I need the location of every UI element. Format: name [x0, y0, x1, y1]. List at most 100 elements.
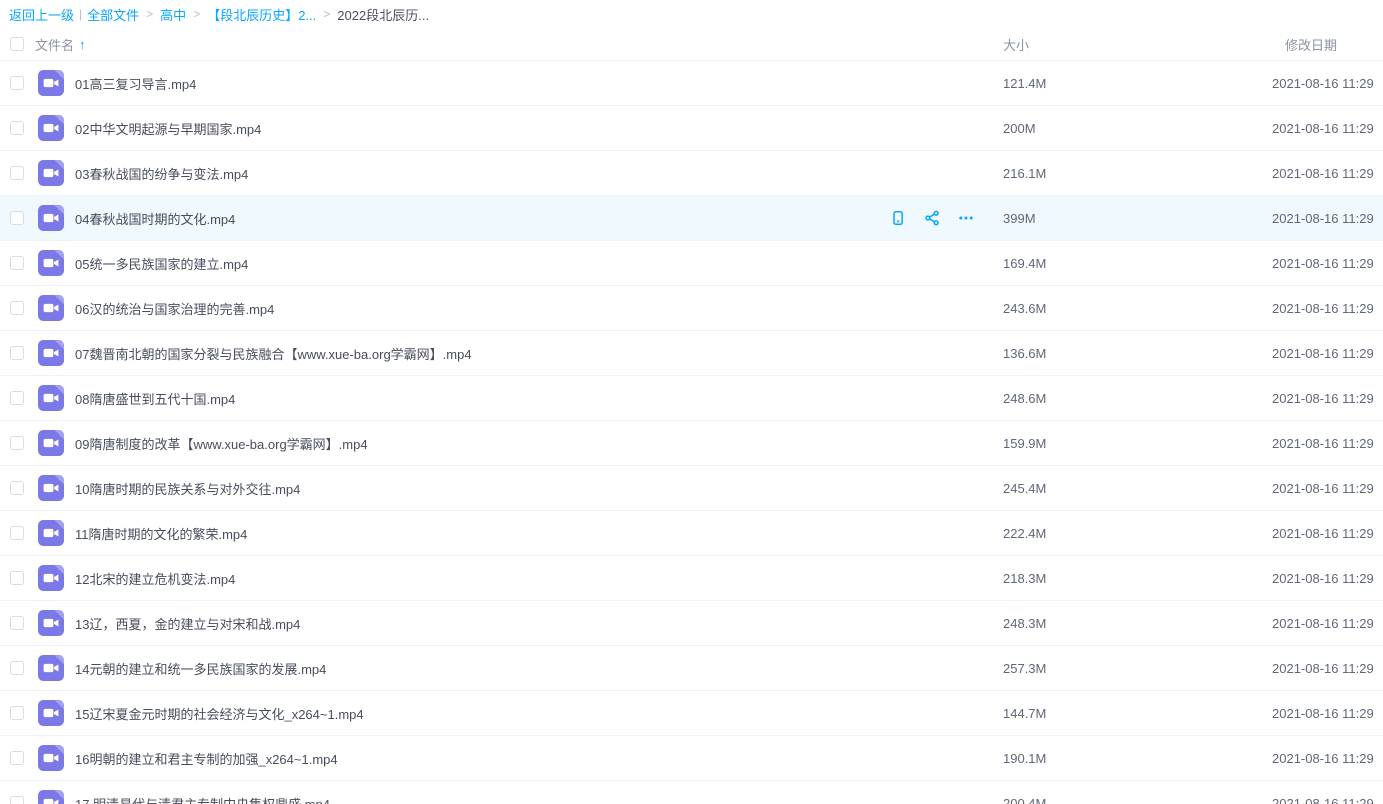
file-name-link[interactable]: 04春秋战国时期的文化.mp4: [75, 209, 889, 228]
file-size: 399M: [1003, 211, 1272, 226]
row-checkbox[interactable]: [10, 526, 24, 540]
file-size: 144.7M: [1003, 706, 1272, 721]
row-checkbox[interactable]: [10, 571, 24, 585]
file-row[interactable]: 06汉的统治与国家治理的完善.mp4: [0, 286, 1383, 331]
video-file-icon: [38, 655, 64, 681]
file-name-link[interactable]: 05统一多民族国家的建立.mp4: [75, 254, 1003, 273]
file-row[interactable]: 05统一多民族国家的建立.mp4: [0, 241, 1383, 286]
video-file-icon: [38, 520, 64, 546]
file-name-link[interactable]: 14元朝的建立和统一多民族国家的发展.mp4: [75, 659, 1003, 678]
row-checkbox[interactable]: [10, 256, 24, 270]
row-checkbox[interactable]: [10, 301, 24, 315]
file-row[interactable]: 12北宋的建立危机变法.mp4: [0, 556, 1383, 601]
file-name-link[interactable]: 13辽，西夏，金的建立与对宋和战.mp4: [75, 614, 1003, 633]
sort-ascending-icon[interactable]: ↑: [79, 37, 86, 52]
file-row[interactable]: 13辽，西夏，金的建立与对宋和战.mp4: [0, 601, 1383, 646]
filename-header-label: 文件名: [35, 35, 74, 54]
file-name-link[interactable]: 16明朝的建立和君主专制的加强_x264~1.mp4: [75, 749, 1003, 768]
file-row[interactable]: 03春秋战国的纷争与变法.mp4: [0, 151, 1383, 196]
file-modified-date: 2021-08-16 11:29: [1272, 436, 1383, 451]
row-checkbox[interactable]: [10, 481, 24, 495]
file-modified-date: 2021-08-16 11:29: [1272, 166, 1383, 181]
video-file-icon: [38, 745, 64, 771]
file-row[interactable]: 15辽宋夏金元时期的社会经济与文化_x264~1.mp4: [0, 691, 1383, 736]
video-file-icon: [38, 340, 64, 366]
breadcrumb-link-all-files[interactable]: 全部文件: [87, 5, 139, 24]
file-list: 01高三复习导言.mp4: [0, 61, 1383, 804]
file-name-link[interactable]: 10隋唐时期的民族关系与对外交往.mp4: [75, 479, 1003, 498]
file-name-link[interactable]: 02中华文明起源与早期国家.mp4: [75, 119, 1003, 138]
file-row[interactable]: 16明朝的建立和君主专制的加强_x264~1.mp4: [0, 736, 1383, 781]
file-size: 222.4M: [1003, 526, 1272, 541]
table-header: 文件名 ↑ 大小 修改日期: [0, 28, 1383, 61]
file-modified-date: 2021-08-16 11:29: [1272, 796, 1383, 804]
file-name-link[interactable]: 06汉的统治与国家治理的完善.mp4: [75, 299, 1003, 318]
file-modified-date: 2021-08-16 11:29: [1272, 616, 1383, 631]
more-actions-icon[interactable]: [957, 209, 975, 227]
file-modified-date: 2021-08-16 11:29: [1272, 706, 1383, 721]
file-row[interactable]: 07魏晋南北朝的国家分裂与民族融合【www.xue-ba.org学霸网】.mp4: [0, 331, 1383, 376]
breadcrumb: 返回上一级 | 全部文件 > 高中 > 【段北辰历史】2... > 2022段北…: [0, 0, 1383, 28]
row-checkbox[interactable]: [10, 76, 24, 90]
breadcrumb-current-folder: 2022段北辰历...: [337, 5, 429, 24]
breadcrumb-separator: >: [323, 7, 330, 21]
row-checkbox[interactable]: [10, 436, 24, 450]
row-checkbox[interactable]: [10, 166, 24, 180]
column-header-filename[interactable]: 文件名 ↑: [35, 35, 1003, 54]
breadcrumb-separator: >: [146, 7, 153, 21]
row-checkbox[interactable]: [10, 661, 24, 675]
file-size: 245.4M: [1003, 481, 1272, 496]
file-row[interactable]: 17.明清易代与清君主专制中央集权鼎盛.mp4: [0, 781, 1383, 804]
file-name-link[interactable]: 09隋唐制度的改革【www.xue-ba.org学霸网】.mp4: [75, 434, 1003, 453]
breadcrumb-back-link[interactable]: 返回上一级: [9, 5, 74, 24]
file-size: 218.3M: [1003, 571, 1272, 586]
file-row[interactable]: 11隋唐时期的文化的繁荣.mp4: [0, 511, 1383, 556]
file-modified-date: 2021-08-16 11:29: [1272, 211, 1383, 226]
row-checkbox[interactable]: [10, 211, 24, 225]
file-row[interactable]: 09隋唐制度的改革【www.xue-ba.org学霸网】.mp4: [0, 421, 1383, 466]
file-name-link[interactable]: 08隋唐盛世到五代十国.mp4: [75, 389, 1003, 408]
file-row[interactable]: 10隋唐时期的民族关系与对外交往.mp4: [0, 466, 1383, 511]
row-checkbox[interactable]: [10, 706, 24, 720]
row-checkbox[interactable]: [10, 796, 24, 804]
file-row[interactable]: 02中华文明起源与早期国家.mp4: [0, 106, 1383, 151]
row-checkbox[interactable]: [10, 391, 24, 405]
cloud-drive-file-list: 返回上一级 | 全部文件 > 高中 > 【段北辰历史】2... > 2022段北…: [0, 0, 1383, 804]
file-modified-date: 2021-08-16 11:29: [1272, 481, 1383, 496]
video-file-icon: [38, 475, 64, 501]
file-modified-date: 2021-08-16 11:29: [1272, 256, 1383, 271]
file-row[interactable]: 14元朝的建立和统一多民族国家的发展.mp4: [0, 646, 1383, 691]
select-all-checkbox[interactable]: [10, 37, 24, 51]
file-name-link[interactable]: 12北宋的建立危机变法.mp4: [75, 569, 1003, 588]
file-modified-date: 2021-08-16 11:29: [1272, 526, 1383, 541]
file-modified-date: 2021-08-16 11:29: [1272, 661, 1383, 676]
file-name-link[interactable]: 03春秋战国的纷争与变法.mp4: [75, 164, 1003, 183]
file-modified-date: 2021-08-16 11:29: [1272, 571, 1383, 586]
breadcrumb-separator: |: [79, 7, 82, 21]
file-size: 169.4M: [1003, 256, 1272, 271]
file-row[interactable]: 01高三复习导言.mp4: [0, 61, 1383, 106]
file-name-link[interactable]: 15辽宋夏金元时期的社会经济与文化_x264~1.mp4: [75, 704, 1003, 723]
file-size: 190.1M: [1003, 751, 1272, 766]
share-icon[interactable]: [923, 209, 941, 227]
file-row[interactable]: 04春秋战国时期的文化.mp4: [0, 196, 1383, 241]
row-checkbox[interactable]: [10, 616, 24, 630]
row-checkbox[interactable]: [10, 751, 24, 765]
file-name-link[interactable]: 07魏晋南北朝的国家分裂与民族融合【www.xue-ba.org学霸网】.mp4: [75, 344, 1003, 363]
video-file-icon: [38, 610, 64, 636]
file-modified-date: 2021-08-16 11:29: [1272, 301, 1383, 316]
save-to-phone-icon[interactable]: [889, 209, 907, 227]
video-file-icon: [38, 205, 64, 231]
row-checkbox[interactable]: [10, 121, 24, 135]
file-size: 248.6M: [1003, 391, 1272, 406]
row-checkbox[interactable]: [10, 346, 24, 360]
file-size: 159.9M: [1003, 436, 1272, 451]
breadcrumb-link-folder-2[interactable]: 【段北辰历史】2...: [207, 5, 316, 24]
file-name-link[interactable]: 01高三复习导言.mp4: [75, 74, 1003, 93]
video-file-icon: [38, 115, 64, 141]
file-name-link[interactable]: 11隋唐时期的文化的繁荣.mp4: [75, 524, 1003, 543]
file-row[interactable]: 08隋唐盛世到五代十国.mp4: [0, 376, 1383, 421]
breadcrumb-link-folder-1[interactable]: 高中: [160, 5, 186, 24]
file-name-link[interactable]: 17.明清易代与清君主专制中央集权鼎盛.mp4: [75, 794, 1003, 804]
video-file-icon: [38, 700, 64, 726]
